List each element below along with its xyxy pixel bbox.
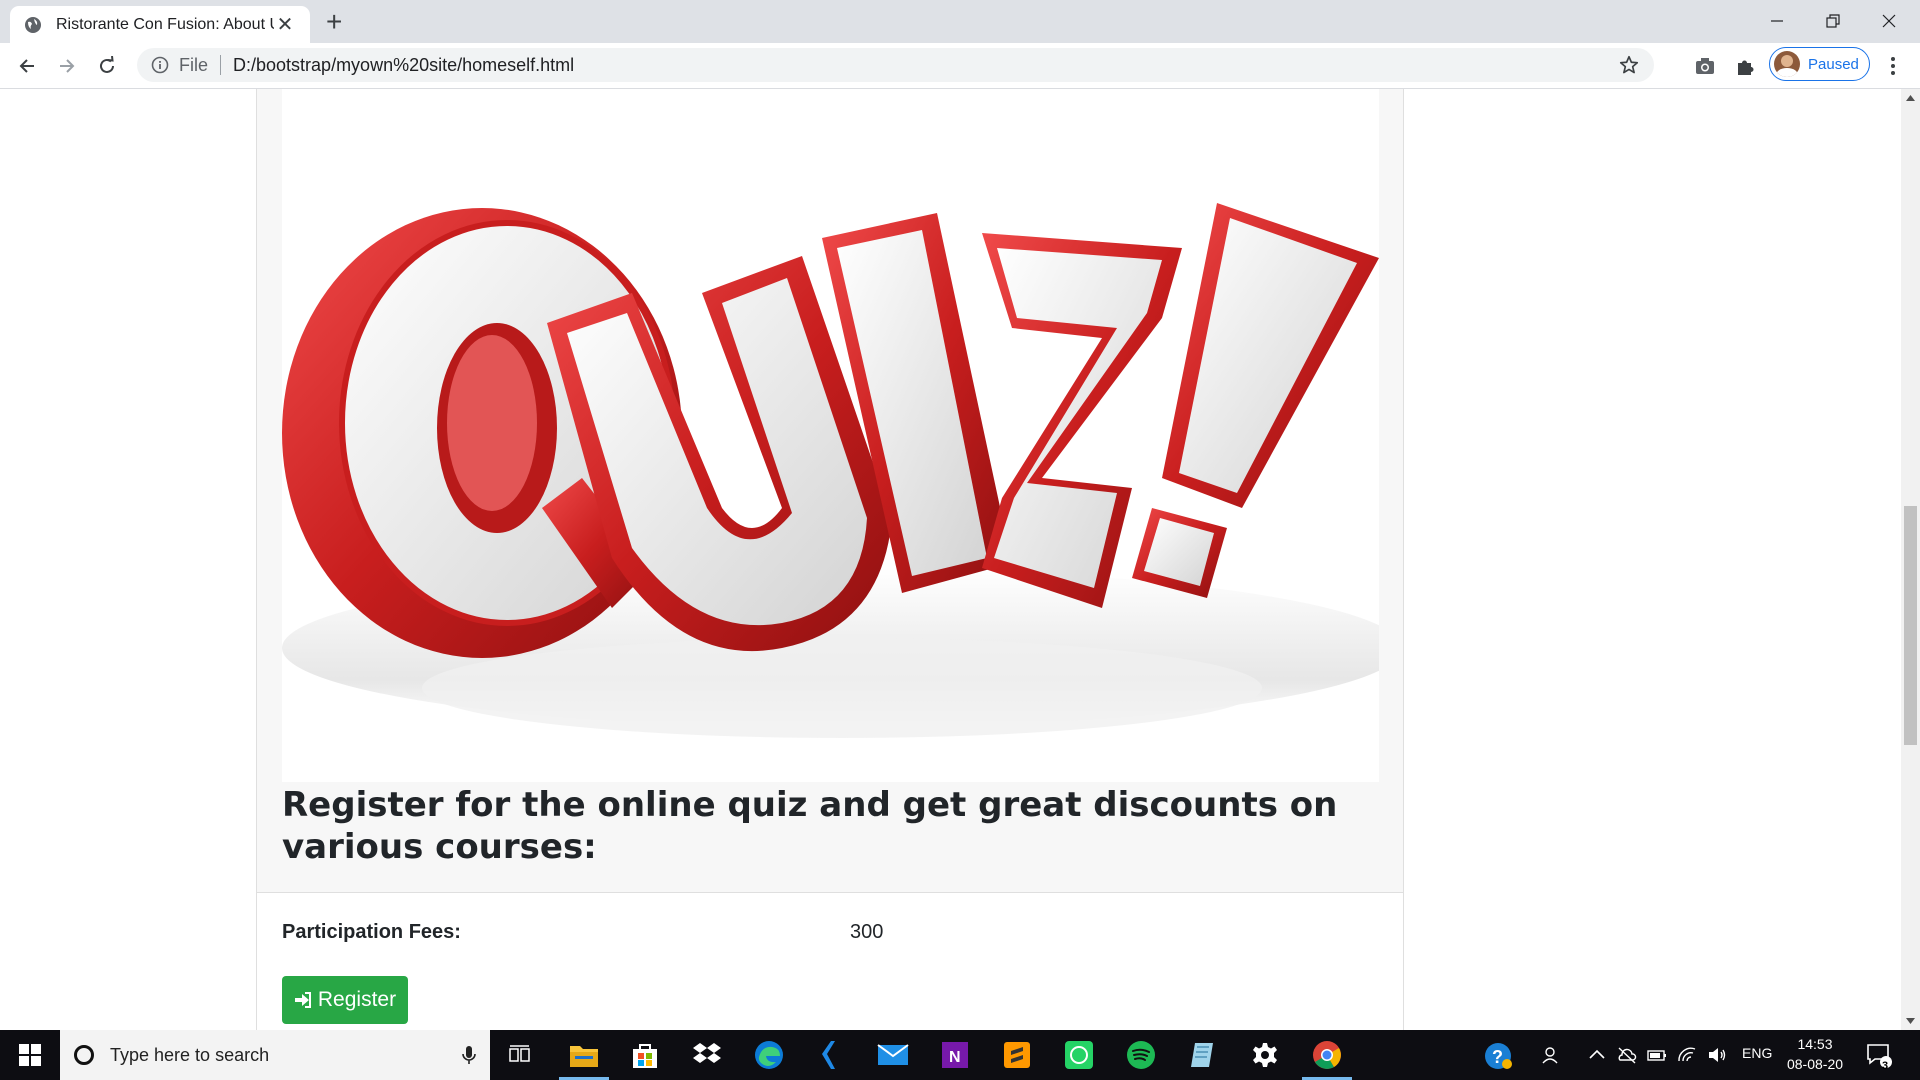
address-bar[interactable]: File D:/bootstrap/myown%20site/homeself.… [137, 48, 1654, 82]
wifi-icon[interactable] [1677, 1045, 1697, 1065]
store-bag-icon [633, 1044, 657, 1068]
url-separator [220, 55, 222, 75]
minimize-button[interactable] [1754, 6, 1800, 36]
sign-in-icon [294, 992, 311, 1008]
edge-icon [755, 1041, 783, 1069]
extensions-puzzle-icon[interactable] [1735, 55, 1757, 77]
battery-icon[interactable] [1647, 1045, 1667, 1065]
chevron-up-icon[interactable] [1587, 1045, 1607, 1065]
spotify-icon [1127, 1041, 1155, 1069]
taskbar-settings[interactable] [1248, 1038, 1282, 1072]
visual-studio-icon [822, 1041, 835, 1069]
gear-icon [1253, 1043, 1277, 1067]
cortana-icon [74, 1045, 94, 1065]
back-button[interactable] [12, 51, 42, 81]
quiz-image [282, 89, 1379, 782]
profile-button[interactable]: Paused [1769, 47, 1870, 81]
mail-icon [877, 1044, 909, 1065]
input-language[interactable]: ENG [1742, 1045, 1772, 1061]
onedrive-offline-icon[interactable] [1617, 1045, 1637, 1065]
microphone-icon[interactable] [462, 1045, 476, 1065]
taskbar-search[interactable]: Type here to search [60, 1030, 490, 1080]
windows-logo-icon [19, 1044, 41, 1066]
url-text[interactable]: D:/bootstrap/myown%20site/homeself.html [233, 55, 1618, 76]
people-icon[interactable] [1542, 1045, 1562, 1065]
scrollbar-thumb[interactable] [1904, 506, 1917, 745]
restore-button[interactable] [1810, 6, 1856, 36]
arrow-right-icon [60, 59, 75, 73]
notepad-icon [1191, 1043, 1213, 1067]
svg-text:?: ? [1492, 1047, 1503, 1067]
bookmark-star-icon[interactable] [1618, 54, 1640, 76]
dropbox-icon [693, 1043, 721, 1063]
taskbar-chrome[interactable] [1302, 1038, 1352, 1080]
taskbar-whatsapp[interactable] [1062, 1038, 1096, 1072]
scroll-down-arrow-icon[interactable] [1906, 1018, 1915, 1024]
new-tab-button[interactable]: + [326, 8, 342, 36]
help-icon[interactable]: ? [1484, 1042, 1512, 1070]
taskbar-mail[interactable] [876, 1038, 910, 1072]
onenote-icon: N [942, 1042, 968, 1068]
page-viewport: Register for the online quiz and get gre… [0, 89, 1901, 1030]
volume-icon[interactable] [1707, 1045, 1727, 1065]
sublime-text-icon [1004, 1042, 1030, 1068]
svg-text:N: N [949, 1049, 961, 1066]
taskbar-dropbox[interactable] [690, 1038, 724, 1072]
task-view-button[interactable] [503, 1038, 537, 1072]
taskbar-visual-studio[interactable] [814, 1038, 848, 1072]
page-scrollbar[interactable] [1901, 89, 1920, 1030]
page-heading: Register for the online quiz and get gre… [282, 785, 1338, 867]
windows-taskbar: Type here to search N ? ENG 14:53 08-08-… [0, 1030, 1920, 1080]
clock-time: 14:53 [1797, 1036, 1833, 1052]
folder-icon [570, 1046, 598, 1067]
taskbar-spotify[interactable] [1124, 1038, 1158, 1072]
taskbar-notepad[interactable] [1186, 1038, 1220, 1072]
quiz-card: Register for the online quiz and get gre… [256, 89, 1404, 1030]
arrow-left-icon [19, 59, 34, 73]
chrome-icon [1313, 1041, 1341, 1069]
task-view-icon [509, 1045, 530, 1062]
close-window-button[interactable] [1866, 6, 1912, 36]
clock-date: 08-08-20 [1786, 1056, 1844, 1072]
taskbar-sublime-text[interactable] [1000, 1038, 1034, 1072]
avatar [1774, 51, 1800, 77]
notification-count: 3 [1882, 1060, 1889, 1072]
start-button[interactable] [0, 1030, 60, 1080]
tab-strip: Ristorante Con Fusion: About Us ✕ + [0, 0, 1920, 43]
register-button[interactable]: Register [282, 976, 408, 1024]
reload-button[interactable] [92, 51, 122, 81]
tab-title: Ristorante Con Fusion: About Us [56, 15, 274, 33]
url-scheme: File [179, 54, 209, 75]
camera-icon[interactable] [1694, 55, 1716, 77]
profile-status: Paused [1808, 55, 1859, 73]
minimize-icon [1771, 20, 1783, 22]
globe-icon [25, 16, 41, 33]
reload-icon [100, 56, 114, 73]
participation-fees-label: Participation Fees: [282, 921, 461, 943]
close-icon [1882, 14, 1896, 28]
taskbar-onenote[interactable]: N [938, 1038, 972, 1072]
whatsapp-icon [1065, 1041, 1093, 1069]
taskbar-file-explorer[interactable] [559, 1038, 609, 1080]
participation-fees-value: 300 [850, 921, 884, 943]
scroll-up-arrow-icon[interactable] [1906, 95, 1915, 101]
info-icon[interactable] [151, 56, 169, 74]
close-tab-icon[interactable]: ✕ [274, 12, 296, 37]
forward-button[interactable] [52, 51, 82, 81]
browser-toolbar: File D:/bootstrap/myown%20site/homeself.… [0, 43, 1920, 89]
search-placeholder: Type here to search [110, 1044, 270, 1065]
taskbar-edge[interactable] [752, 1038, 786, 1072]
more-menu-icon[interactable] [1882, 55, 1904, 77]
clock[interactable]: 14:53 08-08-20 [1780, 1034, 1850, 1074]
taskbar-microsoft-store[interactable] [628, 1038, 662, 1072]
restore-icon [1826, 14, 1840, 28]
register-button-label: Register [317, 988, 397, 1011]
tab-active[interactable]: Ristorante Con Fusion: About Us ✕ [10, 6, 310, 43]
